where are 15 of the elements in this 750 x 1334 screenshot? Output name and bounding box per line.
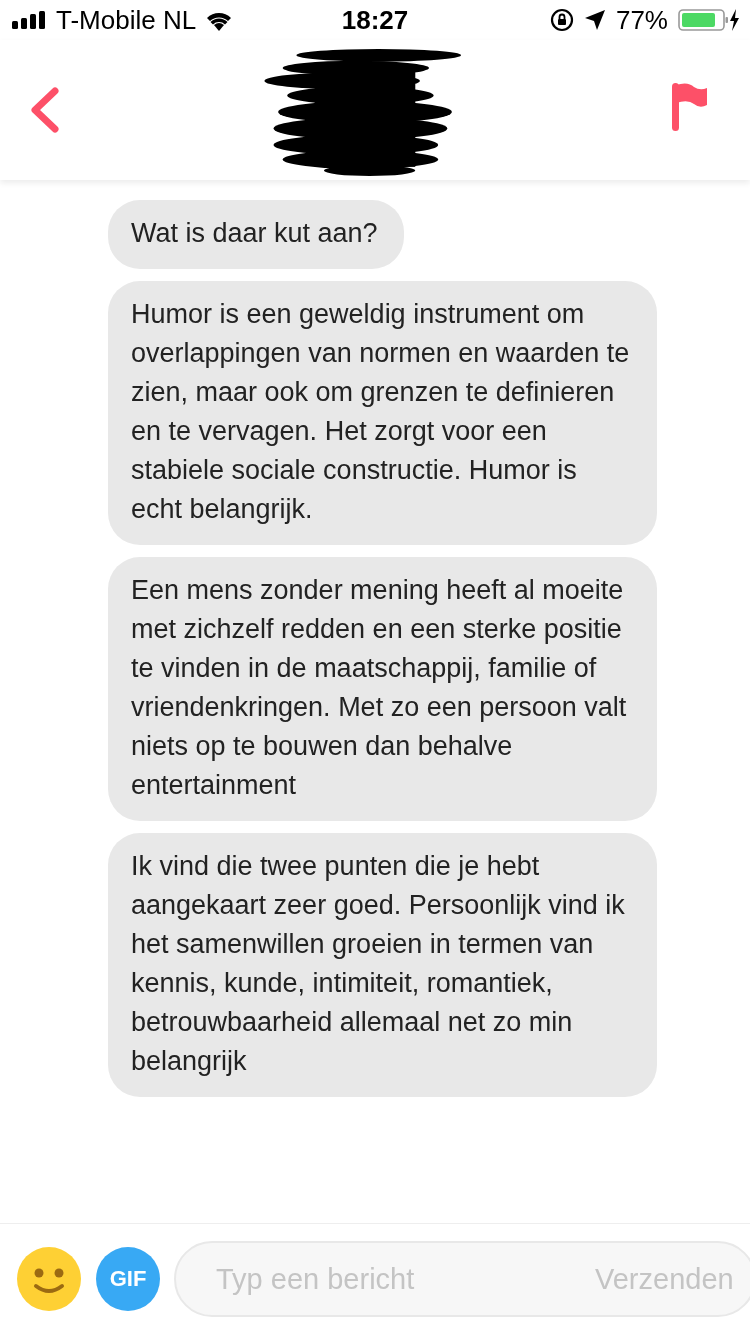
message-bubble: Humor is een geweldig instrument om overlappingen van normen en waarden te zien, maar ook om grenzen te definieren en te vervagen. Het zorgt voor een stabiele sociale constructie. Humor is echt belangrijk. (108, 281, 657, 545)
status-time: 18:27 (340, 4, 410, 36)
message-bubble: Wat is daar kut aan? (108, 200, 404, 269)
battery-percent: 77% (615, 4, 668, 36)
gif-button[interactable]: GIF (96, 1247, 160, 1311)
location-arrow-icon (583, 9, 606, 31)
report-flag-button[interactable] (670, 83, 708, 131)
message-bubble: Ik vind die twee punten die je hebt aangekaart zeer goed. Persoonlijk vind ik het samenwillen groeien in termen van kennis, kunde, intimiteit, romantiek, betrouwbaarheid allemaal net zo min belangrijk (108, 833, 657, 1097)
rotation-lock-icon (549, 8, 574, 32)
emoji-button[interactable] (16, 1246, 82, 1312)
signal-icon (12, 11, 48, 29)
battery-charging-icon (678, 8, 740, 32)
message-bubble: Een mens zonder mening heeft al moeite met zichzelf redden en een sterke positie te vinden in de maatschappij, familie of vriendenkringen. Met zo een persoon valt niets op te bouwen dan behalve entertainment (108, 557, 657, 821)
back-button[interactable] (30, 87, 60, 133)
carrier-name: T-Mobile NL (56, 4, 197, 36)
